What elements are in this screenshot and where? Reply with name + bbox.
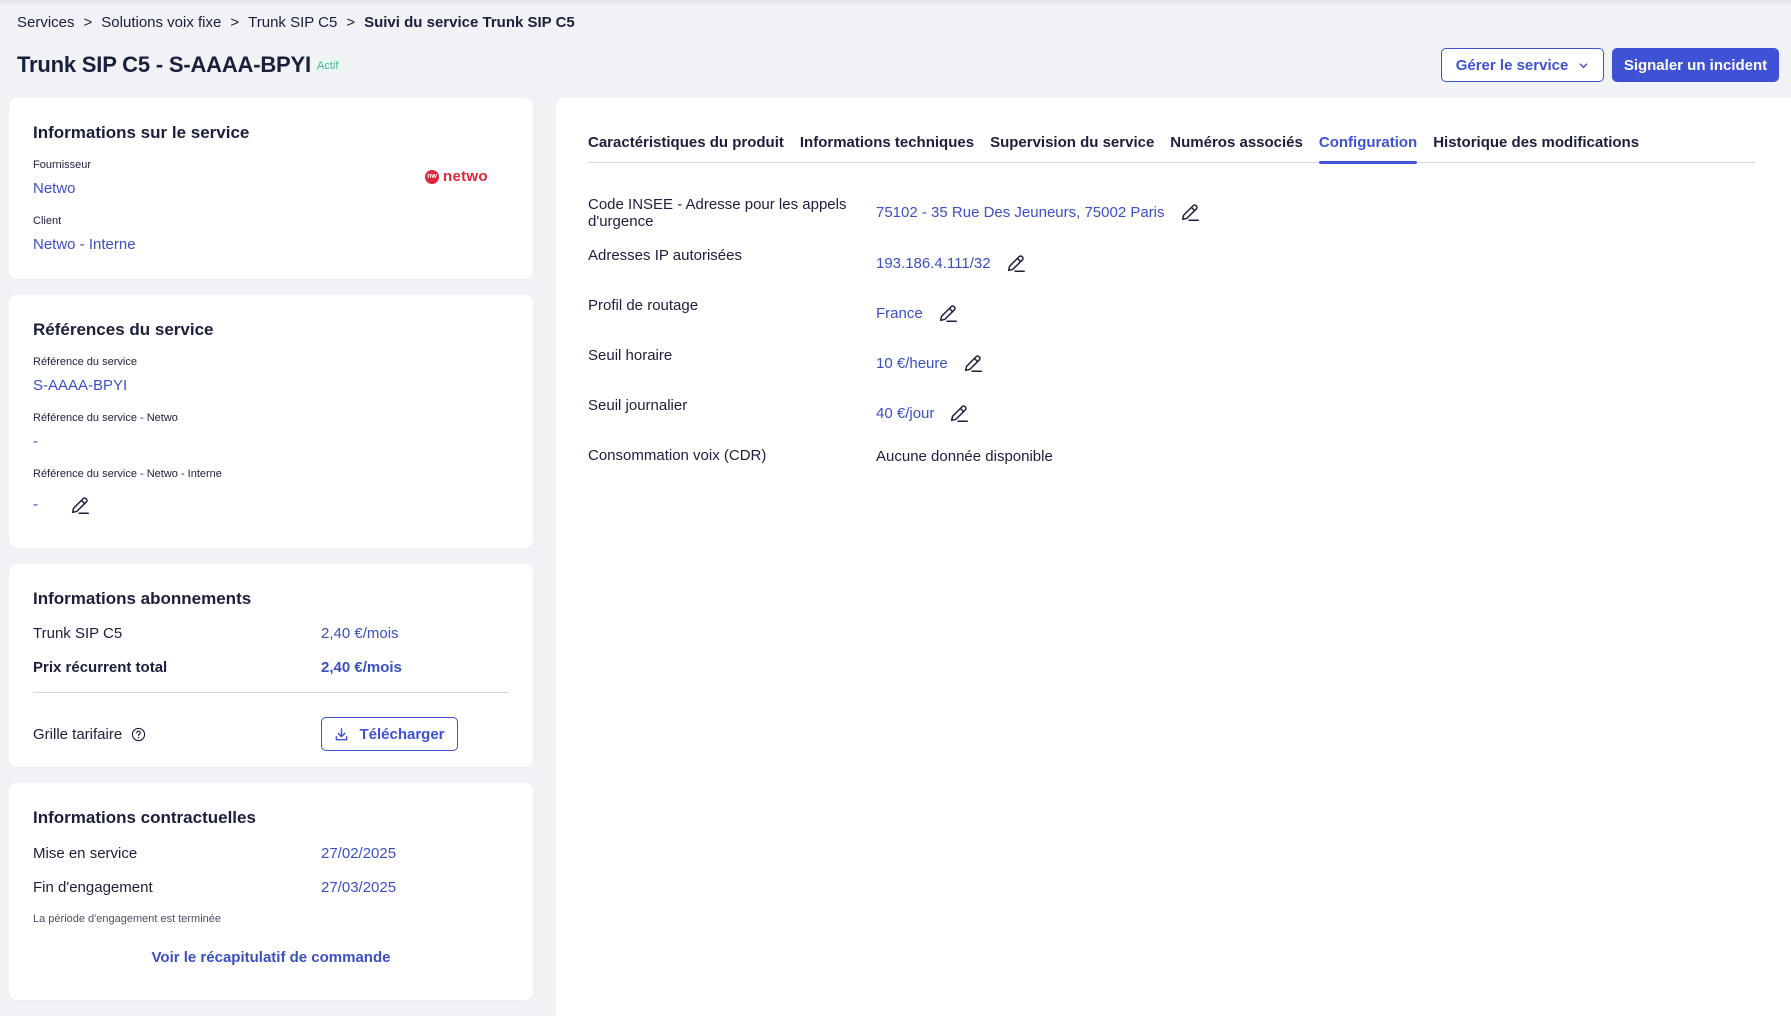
config-value-routing: France: [876, 304, 923, 322]
references-card: Références du service Référence du servi…: [9, 295, 533, 548]
pencil-icon[interactable]: [1179, 201, 1201, 223]
manage-service-label: Gérer le service: [1455, 56, 1569, 74]
breadcrumb: Services > Solutions voix fixe > Trunk S…: [17, 14, 575, 31]
provider-label: Fournisseur: [33, 159, 92, 171]
commitment-end-label: Fin d'engagement: [33, 879, 153, 896]
config-row-ip: 193.186.4.111/32: [876, 252, 1027, 274]
order-summary-link[interactable]: Voir le récapitulatif de commande: [9, 949, 533, 966]
breadcrumb-separator: >: [346, 14, 356, 31]
client-label: Client: [33, 215, 62, 227]
breadcrumb-current: Suivi du service Trunk SIP C5: [364, 14, 575, 31]
tab-change-history[interactable]: Historique des modifications: [1433, 134, 1639, 163]
pencil-icon[interactable]: [962, 352, 984, 374]
config-value-insee: 75102 - 35 Rue Des Jeuneurs, 75002 Paris: [876, 203, 1165, 221]
subscription-item-label: Trunk SIP C5: [33, 625, 123, 642]
contract-title: Informations contractuelles: [33, 808, 256, 827]
subscriptions-title: Informations abonnements: [33, 589, 252, 608]
breadcrumb-trunk-sip-c5[interactable]: Trunk SIP C5: [248, 14, 337, 31]
netwo-logo-text: netwo: [443, 168, 488, 185]
ref-netwo-label: Référence du service - Netwo: [33, 412, 178, 424]
service-detail-panel: Caractéristiques du produit Informations…: [556, 98, 1791, 1016]
contract-card: Informations contractuelles Mise en serv…: [9, 783, 533, 1000]
config-row-hourly: 10 €/heure: [876, 352, 984, 374]
manage-service-button[interactable]: Gérer le service: [1441, 48, 1604, 82]
chevron-down-icon: [1579, 62, 1588, 68]
breadcrumb-solutions-voix-fixe[interactable]: Solutions voix fixe: [101, 14, 221, 31]
config-row-routing: France: [876, 302, 959, 324]
config-label-cdr: Consommation voix (CDR): [588, 447, 767, 464]
download-icon: [336, 727, 348, 740]
config-row-daily: 40 €/jour: [876, 402, 970, 424]
config-label-insee: Code INSEE - Adresse pour les appels d'u…: [588, 196, 847, 230]
config-label-daily: Seuil journalier: [588, 397, 688, 414]
references-title: Références du service: [33, 320, 214, 339]
pencil-icon[interactable]: [1005, 252, 1027, 274]
breadcrumb-separator: >: [230, 14, 240, 31]
config-value-daily: 40 €/jour: [876, 404, 935, 422]
pencil-icon[interactable]: [948, 402, 970, 424]
config-label-ip: Adresses IP autorisées: [588, 247, 742, 264]
price-grid-row: Grille tarifaire: [33, 726, 146, 743]
ref-internal-label: Référence du service - Netwo - Interne: [33, 468, 222, 480]
config-value-ip: 193.186.4.111/32: [876, 254, 991, 272]
config-row-insee: 75102 - 35 Rue Des Jeuneurs, 75002 Paris: [876, 201, 1201, 223]
price-grid-label: Grille tarifaire: [33, 726, 123, 743]
download-label: Télécharger: [359, 725, 445, 743]
config-label-hourly: Seuil horaire: [588, 347, 673, 364]
tab-associated-numbers[interactable]: Numéros associés: [1170, 134, 1303, 163]
top-shadow: [0, 0, 1791, 6]
tab-configuration[interactable]: Configuration: [1318, 134, 1418, 164]
ref-internal-value: -: [33, 496, 38, 513]
breadcrumb-services[interactable]: Services: [17, 14, 75, 31]
service-info-card: Informations sur le service Fournisseur …: [9, 98, 533, 279]
service-info-title: Informations sur le service: [33, 123, 250, 142]
subscription-item-price: 2,40 €/mois: [321, 625, 399, 642]
tab-service-supervision[interactable]: Supervision du service: [990, 134, 1154, 163]
config-row-cdr: Aucune donnée disponible: [876, 448, 1053, 465]
question-circle-icon[interactable]: [131, 727, 146, 742]
config-label-routing: Profil de routage: [588, 297, 699, 314]
ref-service-value: S-AAAA-BPYI: [33, 377, 128, 394]
ref-service-label: Référence du service: [33, 356, 137, 368]
config-value-cdr: Aucune donnée disponible: [876, 448, 1053, 465]
tab-technical-info[interactable]: Informations techniques: [800, 134, 974, 163]
subscriptions-card: Informations abonnements Trunk SIP C5 2,…: [9, 564, 533, 767]
divider: [33, 692, 509, 693]
pencil-icon[interactable]: [937, 302, 959, 324]
commitment-note: La période d'engagement est terminée: [33, 913, 222, 925]
ref-netwo-value: -: [33, 433, 38, 450]
download-button[interactable]: Télécharger: [321, 717, 458, 751]
netwo-logo-mark: nw: [425, 169, 439, 184]
commitment-end-value: 27/03/2025: [321, 879, 397, 896]
total-price-value: 2,40 €/mois: [321, 659, 402, 676]
tab-product-characteristics[interactable]: Caractéristiques du produit: [588, 134, 784, 163]
breadcrumb-separator: >: [83, 14, 93, 31]
status-badge: Actif: [312, 59, 344, 73]
service-start-label: Mise en service: [33, 845, 138, 862]
client-link[interactable]: Netwo - Interne: [33, 236, 136, 253]
report-incident-button[interactable]: Signaler un incident: [1612, 48, 1779, 82]
tab-bar: Caractéristiques du produit Informations…: [588, 134, 1755, 164]
netwo-logo: nw netwo: [425, 168, 488, 185]
service-start-value: 27/02/2025: [321, 845, 397, 862]
page-title: Trunk SIP C5 - S-AAAA-BPYI: [17, 52, 311, 77]
provider-link[interactable]: Netwo: [33, 180, 76, 197]
config-value-hourly: 10 €/heure: [876, 354, 948, 372]
total-price-label: Prix récurrent total: [33, 659, 168, 676]
pencil-icon[interactable]: [69, 494, 91, 516]
